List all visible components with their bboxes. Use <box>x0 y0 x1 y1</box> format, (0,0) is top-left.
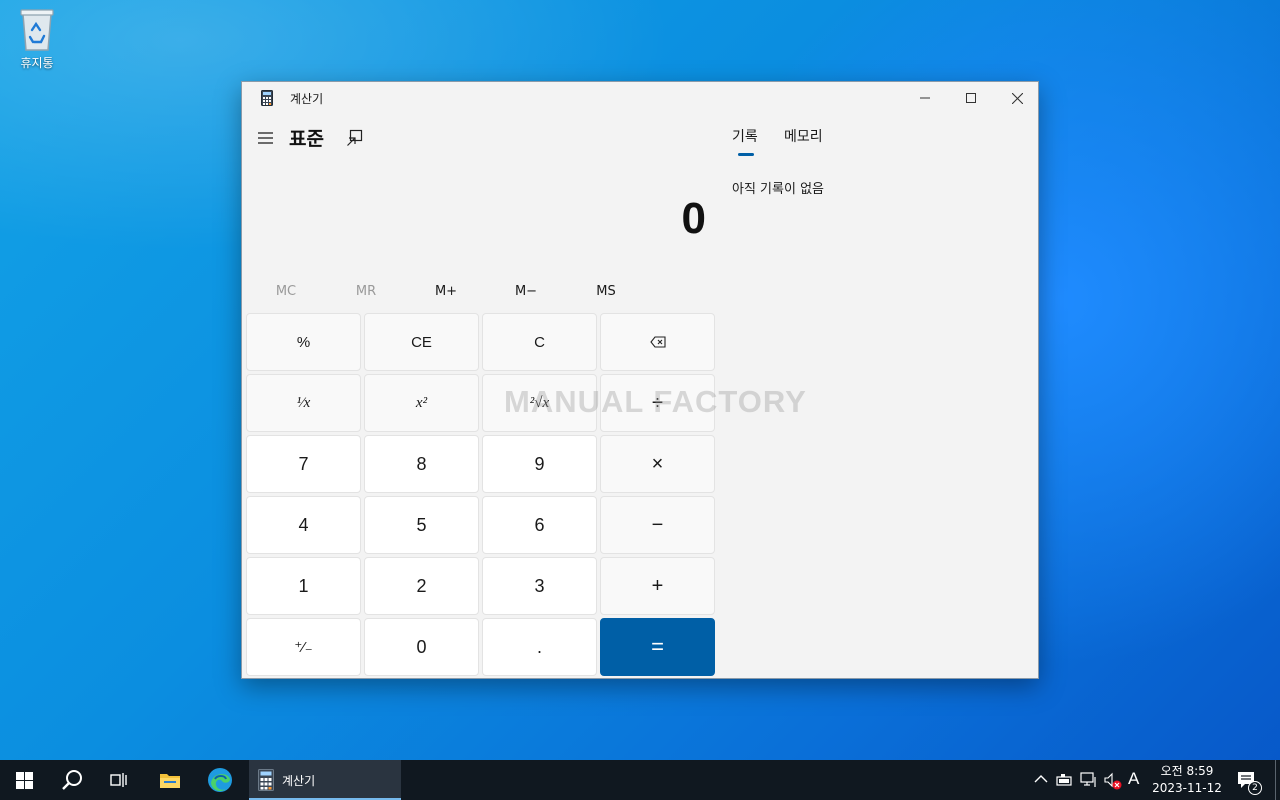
digit-5-button[interactable]: 5 <box>364 496 479 554</box>
backspace-icon <box>649 336 666 348</box>
reciprocal-button[interactable]: ¹⁄x <box>246 374 361 432</box>
recycle-bin-shortcut[interactable]: 휴지통 <box>10 6 64 71</box>
tab-history[interactable]: 기록 <box>732 126 758 146</box>
search-button[interactable] <box>48 760 96 800</box>
memory-store-button[interactable]: MS <box>566 280 646 304</box>
clear-button[interactable]: C <box>482 313 597 371</box>
clear-entry-button[interactable]: CE <box>364 313 479 371</box>
keep-on-top-icon[interactable] <box>346 129 364 147</box>
memory-recall-button[interactable]: MR <box>326 280 406 304</box>
close-button[interactable] <box>994 82 1040 114</box>
result-display: 0 <box>681 194 706 243</box>
memory-subtract-button[interactable]: M− <box>486 280 566 304</box>
reciprocal-label: ¹⁄x <box>296 394 311 411</box>
digit-7-button[interactable]: 7 <box>246 435 361 493</box>
show-desktop-button[interactable] <box>1275 760 1280 800</box>
mode-title: 표준 <box>289 128 324 150</box>
close-icon <box>1011 92 1023 104</box>
minimize-button[interactable] <box>902 82 948 114</box>
digit-1-button[interactable]: 1 <box>246 557 361 615</box>
file-explorer-button[interactable] <box>146 760 194 800</box>
decimal-button[interactable]: . <box>482 618 597 676</box>
digit-3-button[interactable]: 3 <box>482 557 597 615</box>
equals-button[interactable]: = <box>600 618 715 676</box>
calculator-app-icon <box>261 90 273 106</box>
square-label: x² <box>415 394 428 411</box>
square-root-button[interactable]: ²√x <box>482 374 597 432</box>
edge-browser-button[interactable] <box>196 760 244 800</box>
square-button[interactable]: x² <box>364 374 479 432</box>
calculator-task-button[interactable]: 계산기 <box>249 760 401 800</box>
folder-icon <box>160 774 180 788</box>
digit-4-button[interactable]: 4 <box>246 496 361 554</box>
digit-0-button[interactable]: 0 <box>364 618 479 676</box>
recycle-bin-icon <box>20 9 54 51</box>
digit-6-button[interactable]: 6 <box>482 496 597 554</box>
battery-icon[interactable] <box>1056 773 1074 787</box>
history-empty-message: 아직 기록이 없음 <box>732 182 824 197</box>
network-icon[interactable] <box>1080 772 1098 788</box>
digit-8-button[interactable]: 8 <box>364 435 479 493</box>
edge-browser-icon <box>208 768 232 792</box>
recycle-bin-label: 휴지통 <box>20 56 54 70</box>
digit-2-button[interactable]: 2 <box>364 557 479 615</box>
chevron-up-icon[interactable] <box>1034 774 1048 784</box>
add-button[interactable]: + <box>600 557 715 615</box>
calculator-task-icon <box>258 769 274 791</box>
maximize-icon <box>966 93 976 103</box>
notification-count-badge: 2 <box>1248 781 1262 795</box>
backspace-button[interactable] <box>600 313 715 371</box>
selected-tab-indicator <box>738 153 754 156</box>
start-button[interactable] <box>0 760 48 800</box>
digit-9-button[interactable]: 9 <box>482 435 597 493</box>
window-title: 계산기 <box>290 92 324 106</box>
tab-memory[interactable]: 메모리 <box>784 126 823 146</box>
windows-logo-icon <box>15 771 33 789</box>
clock[interactable]: 오전 8:59 2023-11-12 <box>1148 763 1226 797</box>
percent-button[interactable]: % <box>246 313 361 371</box>
memory-add-button[interactable]: M+ <box>406 280 486 304</box>
subtract-button[interactable]: − <box>600 496 715 554</box>
ime-indicator[interactable]: A <box>1128 769 1139 789</box>
task-view-button[interactable] <box>96 760 144 800</box>
square-root-label: ²√x <box>529 394 550 411</box>
volume-muted-icon[interactable] <box>1104 772 1122 790</box>
task-view-icon <box>110 773 127 787</box>
multiply-button[interactable]: × <box>600 435 715 493</box>
memory-row: MC MR M+ M− MS <box>246 280 726 304</box>
clock-date: 2023-11-12 <box>1152 781 1222 795</box>
maximize-button[interactable] <box>948 82 994 114</box>
negate-button[interactable]: ⁺⁄₋ <box>246 618 361 676</box>
minimize-icon <box>920 97 930 99</box>
taskbar: 계산기 A 오전 8:59 2023-11-12 <box>0 760 1280 800</box>
divide-button[interactable]: ÷ <box>600 374 715 432</box>
calculator-task-label: 계산기 <box>282 773 316 788</box>
memory-clear-button[interactable]: MC <box>246 280 326 304</box>
title-bar[interactable]: 계산기 <box>242 82 1038 114</box>
navigation-menu-icon[interactable] <box>256 128 276 148</box>
search-icon <box>62 770 82 790</box>
clock-time: 오전 8:59 <box>1160 764 1214 778</box>
calculator-window: 계산기 표준 0 MC MR M+ M− MS % CE C ¹⁄x x² ²√… <box>241 81 1039 679</box>
